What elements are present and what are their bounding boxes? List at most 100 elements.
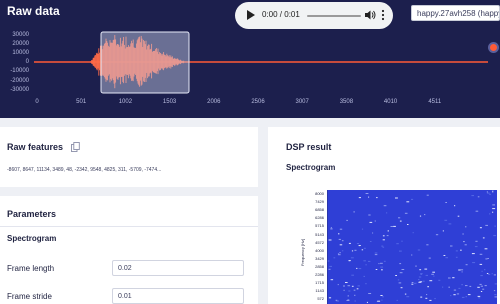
spectrogram-cell [450, 295, 452, 297]
spectrogram-cell [333, 257, 336, 259]
audio-seek-bar[interactable] [307, 15, 361, 17]
spectrogram-cell [368, 260, 371, 262]
spectrogram-y-tick: 6858 [315, 207, 324, 213]
spectrogram-y-tick: 572 [317, 296, 324, 302]
raw-features-card [0, 127, 258, 187]
spectrogram-y-tick: 2286 [315, 272, 324, 277]
sample-select[interactable]: happy.27avh258 (happy. [411, 5, 500, 21]
spectrogram-cell [475, 240, 478, 242]
spectrogram-cell [481, 270, 483, 272]
spectrogram-cell [351, 274, 354, 276]
spectrogram-cell [381, 269, 383, 271]
spectrogram-cell [411, 198, 414, 200]
spectrogram-cell [348, 260, 351, 262]
spectrogram-cell [418, 276, 422, 278]
spectrogram-cell [419, 215, 422, 217]
spectrogram-cell [381, 299, 383, 301]
timeline-handle[interactable] [488, 42, 499, 53]
spectrogram-cell [477, 286, 480, 288]
spectrogram-cell [380, 262, 383, 264]
frame-stride-label: Frame stride [7, 292, 52, 301]
spectrogram-cell [429, 280, 433, 282]
spectrogram-cell [387, 230, 389, 232]
selection-window[interactable] [100, 31, 190, 94]
spectrogram-cell [452, 277, 455, 279]
spectrogram-cell [465, 264, 468, 266]
spectrogram-cell [399, 272, 403, 274]
spectrogram-y-tick: 6286 [315, 215, 324, 221]
spectrogram-cell [361, 249, 364, 251]
spectrogram-cell [382, 235, 385, 237]
spectrogram-cell [450, 245, 453, 247]
more-options-icon[interactable] [381, 9, 385, 21]
waveform-y-tick: 30000 [12, 32, 29, 38]
spectrogram-cell [381, 245, 384, 247]
spectrogram-cell [413, 282, 417, 284]
spectrogram-cell [491, 273, 493, 275]
spectrogram-cell [448, 286, 450, 288]
spectrogram-cell [363, 275, 365, 277]
spectrogram-cell [486, 273, 489, 274]
spectrogram-cell [378, 263, 380, 265]
frame-stride-input[interactable]: 0.01 [112, 288, 244, 304]
play-icon[interactable] [247, 10, 255, 20]
audio-time: 0:00 / 0:01 [262, 10, 300, 19]
spectrogram-cell [425, 297, 428, 299]
spectrogram-cell [341, 240, 344, 242]
spectrogram-y-tick: 8000 [315, 191, 324, 196]
spectrogram-cell [358, 245, 361, 246]
spectrogram-cell [368, 293, 372, 294]
spectrogram-cell [455, 256, 458, 258]
spectrogram-cell [465, 285, 468, 287]
waveform-y-tick: -20000 [10, 77, 29, 84]
spectrogram-cell [350, 257, 354, 259]
raw-features-values: -8607, 8647, 11134, 3489, 48, -2342, 954… [7, 167, 162, 173]
spectrogram-cell [346, 219, 348, 221]
spectrogram-cell [492, 191, 494, 193]
spectrogram-cell [442, 286, 444, 288]
raw-features-title: Raw features [7, 142, 64, 152]
volume-icon[interactable] [364, 9, 376, 21]
spectrogram-cell [327, 260, 330, 262]
spectrogram-cell [396, 299, 398, 301]
spectrogram-cell [479, 253, 483, 255]
spectrogram-cell [347, 295, 349, 297]
spectrogram-cell [454, 205, 456, 207]
spectrogram-cell [411, 254, 413, 256]
spectrogram-cell [390, 226, 394, 227]
spectrogram-cell [404, 293, 407, 295]
spectrogram-cell [330, 227, 332, 229]
waveform-y-tick: -30000 [10, 86, 29, 93]
spectrogram-cell [393, 225, 396, 227]
spectrogram-cell [458, 287, 461, 289]
spectrogram-cell [448, 277, 451, 279]
spectrogram-cell [368, 214, 371, 216]
spectrogram-cell [426, 194, 429, 196]
waveform-chart[interactable] [34, 28, 494, 96]
spectrogram-cell [369, 241, 372, 242]
spectrogram-cell [460, 269, 464, 271]
copy-icon[interactable] [71, 142, 80, 152]
spectrogram-y-tick: 5143 [315, 231, 324, 237]
spectrogram-cell [386, 235, 389, 237]
spectrogram-cell [429, 299, 432, 301]
parameters-title: Parameters [7, 209, 57, 219]
spectrogram-cell [338, 238, 341, 240]
spectrogram-cell [418, 281, 422, 283]
waveform-x-tick: 2006 [207, 99, 221, 105]
audio-player[interactable]: 0:00 / 0:01 [235, 2, 393, 29]
spectrogram-cell [395, 275, 397, 276]
spectrogram-cell [485, 258, 488, 260]
spectrogram-cell [460, 249, 462, 251]
spectrogram-cell [396, 243, 399, 245]
spectrogram-chart [327, 190, 497, 304]
spectrogram-cell [479, 283, 482, 285]
spectrogram-cell [368, 196, 370, 198]
spectrogram-cell [461, 284, 463, 286]
spectrogram-cell [406, 296, 410, 298]
frame-length-input[interactable]: 0.02 [112, 260, 244, 276]
spectrogram-cell [461, 271, 463, 273]
spectrogram-cell [482, 237, 485, 239]
spectrogram-cell [488, 273, 491, 275]
spectrogram-cell [380, 266, 384, 268]
